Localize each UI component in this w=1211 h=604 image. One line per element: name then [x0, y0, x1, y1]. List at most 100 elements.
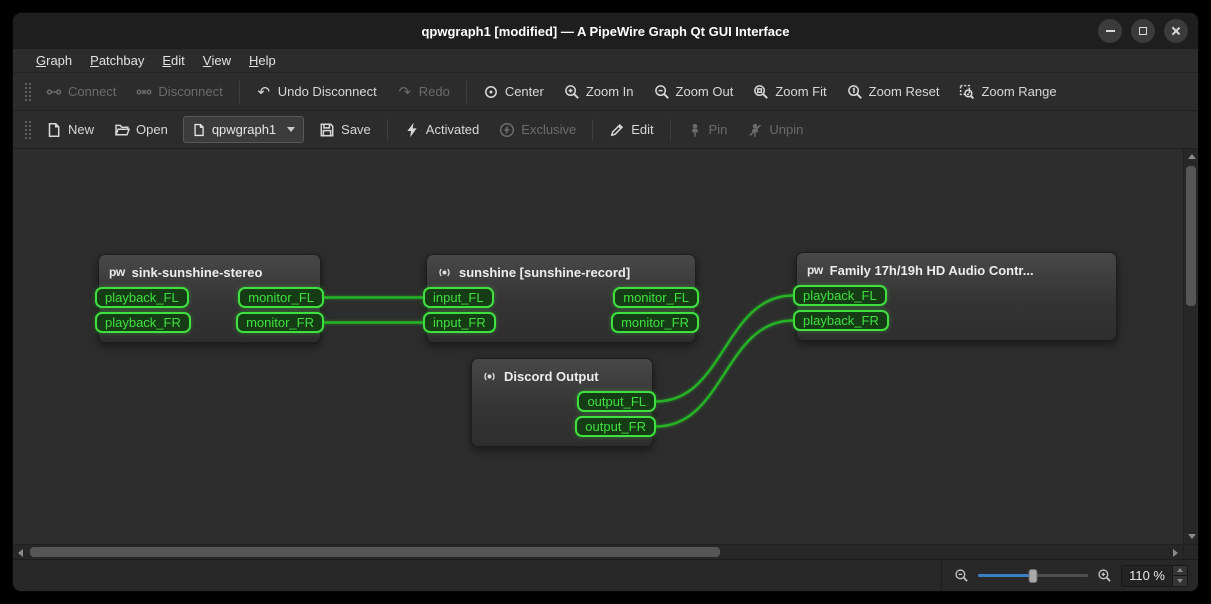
zoom-value[interactable]: 110 %	[1122, 566, 1172, 586]
open-label: Open	[136, 122, 168, 137]
vertical-scrollbar-thumb[interactable]	[1186, 166, 1196, 306]
save-icon	[320, 123, 334, 136]
menu-view[interactable]: View	[194, 49, 240, 72]
window-controls	[1098, 19, 1188, 43]
zoom-reset-button[interactable]: Zoom Reset	[838, 78, 949, 106]
port-output_FR[interactable]: output_FR	[575, 416, 656, 437]
port-monitor_FR[interactable]: monitor_FR	[236, 312, 324, 333]
pin-button[interactable]: Pin	[678, 116, 737, 144]
activated-button[interactable]: Activated	[395, 116, 488, 144]
session-name: qpwgraph1	[211, 122, 277, 137]
undo-label: Undo Disconnect	[277, 84, 377, 99]
scroll-left-button[interactable]	[13, 545, 28, 560]
port-input_FR[interactable]: input_FR	[423, 312, 496, 333]
zoom-range-label: Zoom Range	[981, 84, 1057, 99]
menubar: Graph Patchbay Edit View Help	[13, 49, 1198, 73]
menu-help[interactable]: Help	[240, 49, 285, 72]
edit-button[interactable]: Edit	[600, 116, 662, 144]
port-playback_FR[interactable]: playback_FR	[95, 312, 191, 333]
toolbar-separator	[669, 118, 671, 141]
vertical-scrollbar[interactable]	[1183, 149, 1198, 544]
scroll-down-button[interactable]	[1184, 529, 1198, 544]
redo-label: Redo	[418, 84, 450, 99]
undo-disconnect-button[interactable]: ↶ Undo Disconnect	[247, 78, 386, 106]
session-file-icon	[194, 123, 204, 136]
zoom-out-icon	[654, 84, 669, 99]
audio-app-icon	[439, 268, 450, 276]
titlebar[interactable]: qpwgraph1 [modified] — A PipeWire Graph …	[13, 13, 1198, 49]
node-header: Discord Output	[472, 364, 652, 388]
scroll-right-button[interactable]	[1168, 545, 1183, 560]
zoom-fit-button[interactable]: Zoom Fit	[744, 78, 835, 106]
zoom-out-small-icon[interactable]	[954, 568, 969, 583]
session-toolbar: New Open qpwgraph1 Save Activated Exclus…	[13, 111, 1198, 149]
center-button[interactable]: Center	[474, 78, 553, 106]
arrow-left-icon	[18, 548, 23, 557]
graph-node[interactable]: pw sink-sunshine-stereo playback_FL playb…	[95, 254, 324, 343]
horizontal-scrollbar[interactable]	[13, 544, 1183, 559]
pin-icon	[691, 123, 698, 137]
port-input_FL[interactable]: input_FL	[423, 287, 494, 308]
zoom-in-small-icon[interactable]	[1097, 568, 1112, 583]
zoom-out-label: Zoom Out	[675, 84, 734, 99]
zoom-in-button[interactable]: Zoom In	[555, 78, 643, 106]
exclusive-button[interactable]: Exclusive	[490, 116, 585, 144]
disconnect-label: Disconnect	[158, 84, 223, 99]
zoom-slider-fill	[978, 574, 1034, 577]
scroll-up-button[interactable]	[1184, 149, 1198, 164]
node-header: pw Family 17h/19h HD Audio Contr...	[797, 258, 1116, 282]
toolbar-separator	[386, 118, 388, 141]
port-monitor_FR[interactable]: monitor_FR	[611, 312, 699, 333]
zoom-slider[interactable]	[978, 568, 1089, 584]
zoom-increment-button[interactable]	[1173, 565, 1187, 575]
graph-canvas[interactable]: pw sink-sunshine-stereo playback_FL playb…	[13, 149, 1183, 544]
center-label: Center	[504, 84, 544, 99]
zoom-spinbox[interactable]: 110 %	[1121, 564, 1188, 587]
node-title: Discord Output	[504, 368, 599, 384]
menu-patchbay[interactable]: Patchbay	[81, 49, 153, 72]
port-monitor_FL[interactable]: monitor_FL	[613, 287, 699, 308]
port-playback_FL[interactable]: playback_FL	[793, 285, 887, 306]
graph-node[interactable]: pw Family 17h/19h HD Audio Contr... play…	[793, 252, 1117, 341]
graph-node[interactable]: Discord Output output_FL output_FR	[471, 358, 656, 447]
save-button[interactable]: Save	[310, 116, 380, 144]
zoom-range-button[interactable]: Zoom Range	[950, 78, 1065, 106]
port-playback_FL[interactable]: playback_FL	[95, 287, 189, 308]
maximize-button[interactable]	[1131, 19, 1155, 43]
input-ports: input_FL input_FR	[423, 287, 496, 333]
zoom-reset-icon	[847, 84, 862, 99]
zoom-out-button[interactable]: Zoom Out	[645, 78, 743, 106]
toolbar-drag-handle[interactable]	[23, 80, 31, 103]
maximize-icon	[1139, 27, 1147, 35]
zoom-slider-handle[interactable]	[1028, 568, 1038, 583]
unpin-button[interactable]: Unpin	[738, 116, 812, 144]
menu-graph[interactable]: Graph	[27, 49, 81, 72]
new-button[interactable]: New	[37, 116, 103, 144]
redo-button[interactable]: ↷ Redo	[388, 78, 459, 106]
toolbar-drag-handle[interactable]	[23, 118, 31, 141]
zoom-decrement-button[interactable]	[1173, 575, 1187, 586]
minimize-button[interactable]	[1098, 19, 1122, 43]
disconnect-button[interactable]: Disconnect	[127, 78, 231, 106]
graph-node[interactable]: sunshine [sunshine-record] input_FL input…	[423, 254, 699, 343]
close-icon	[1171, 26, 1181, 36]
connect-button[interactable]: Connect	[37, 78, 125, 106]
canvas-area: pw sink-sunshine-stereo playback_FL playb…	[13, 149, 1198, 559]
horizontal-scrollbar-thumb[interactable]	[30, 547, 721, 557]
zoom-fit-label: Zoom Fit	[775, 84, 827, 99]
unpin-label: Unpin	[769, 122, 804, 137]
pin-label: Pin	[708, 122, 728, 137]
edit-label: Edit	[631, 122, 654, 137]
close-button[interactable]	[1164, 19, 1188, 43]
menu-edit[interactable]: Edit	[153, 49, 193, 72]
app-window: qpwgraph1 [modified] — A PipeWire Graph …	[12, 12, 1199, 592]
audio-app-icon	[484, 372, 495, 380]
port-output_FL[interactable]: output_FL	[577, 391, 656, 412]
new-label: New	[68, 122, 95, 137]
zoom-range-icon	[960, 84, 975, 99]
open-button[interactable]: Open	[105, 116, 177, 144]
port-playback_FR[interactable]: playback_FR	[793, 310, 889, 331]
session-combobox[interactable]: qpwgraph1	[182, 116, 305, 143]
save-label: Save	[341, 122, 371, 137]
port-monitor_FL[interactable]: monitor_FL	[238, 287, 324, 308]
